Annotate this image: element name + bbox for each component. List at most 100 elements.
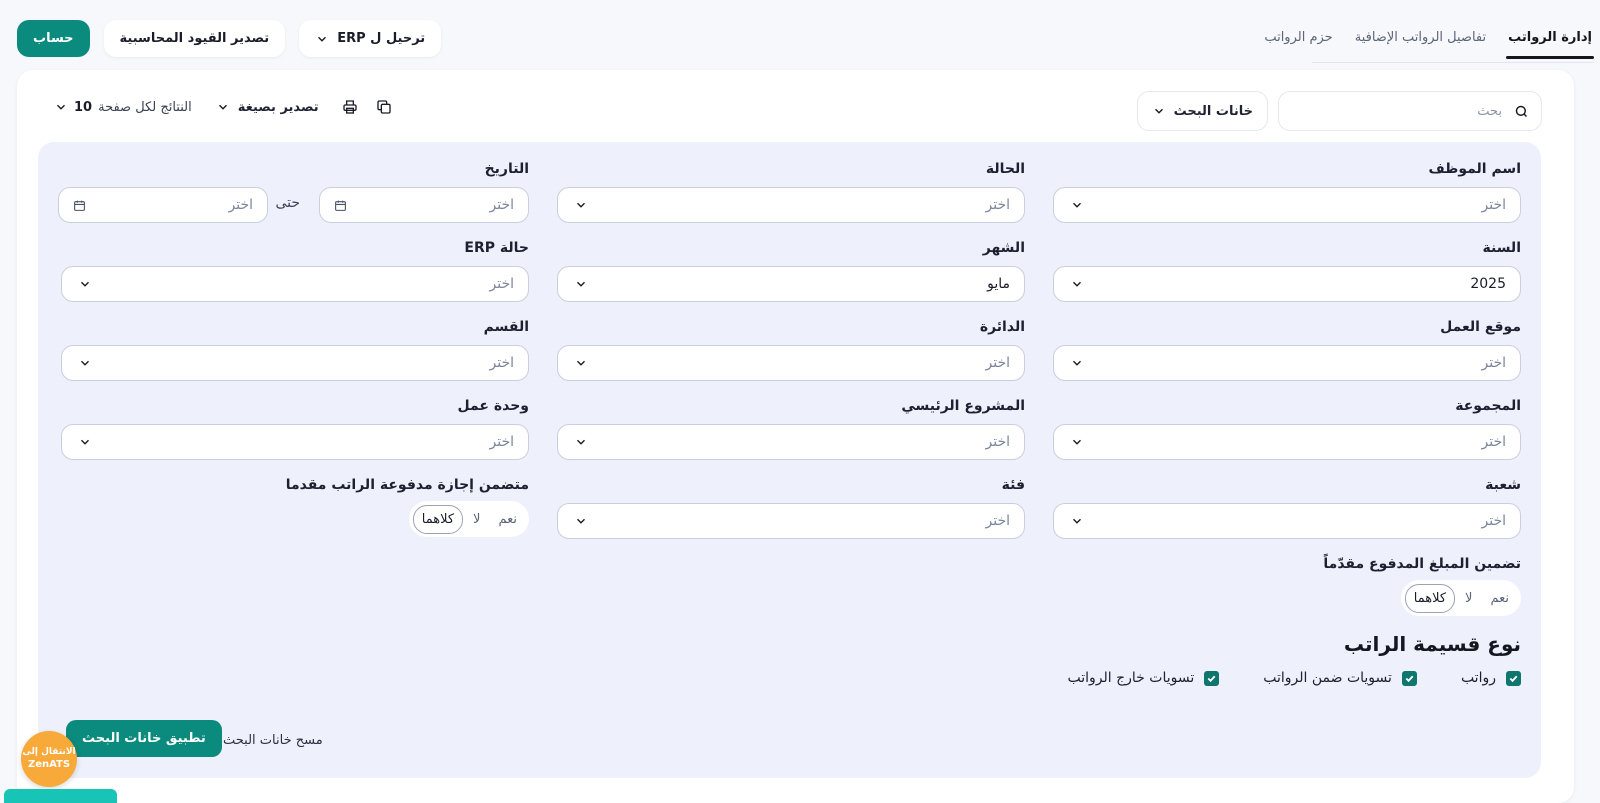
prepaid-leave-yes[interactable]: نعم xyxy=(490,506,525,533)
prepaid-amount-toggle: نعم لا كلاهما xyxy=(1400,580,1521,616)
branch-label: شعبة xyxy=(1485,477,1521,493)
chevron-down-icon xyxy=(1154,108,1163,114)
erp-status-select[interactable]: اختر xyxy=(61,266,529,302)
chevron-down-icon xyxy=(577,281,585,287)
export-format-select[interactable]: تصدير بصيغة xyxy=(216,100,319,115)
tabs-divider xyxy=(1312,62,1594,63)
slip-type-salaries[interactable]: رواتب xyxy=(1461,670,1521,686)
slip-type-in-payroll-label: تسويات ضمن الرواتب xyxy=(1263,670,1392,686)
year-value: 2025 xyxy=(1470,276,1506,292)
checkbox-checked-icon[interactable] xyxy=(1506,670,1521,686)
date-to-value: اختر xyxy=(228,197,254,213)
checkbox-checked-icon[interactable] xyxy=(1401,670,1417,686)
search-input[interactable] xyxy=(1291,103,1514,119)
date-from-picker[interactable]: اختر xyxy=(319,187,529,223)
branch-select[interactable]: اختر xyxy=(1053,503,1521,539)
export-entries-button[interactable]: تصدير القيود المحاسبية xyxy=(103,20,286,57)
work-unit-select[interactable]: اختر xyxy=(61,424,529,460)
employee-name-value: اختر xyxy=(1481,197,1507,213)
tab-extra-salary-details[interactable]: تفاصيل الرواتب الإضافية xyxy=(1353,18,1488,59)
zenats-shortcut-badge[interactable]: الانتقال إلى ZenATS xyxy=(21,731,77,787)
employee-name-select[interactable]: اختر xyxy=(1053,187,1521,223)
chevron-down-icon xyxy=(577,202,585,208)
tab-payroll-management[interactable]: إدارة الرواتب xyxy=(1506,18,1594,59)
date-from-value: اختر xyxy=(489,197,515,213)
group-value: اختر xyxy=(1481,434,1507,450)
chevron-down-icon xyxy=(1073,518,1081,524)
main-card: خانات البحث 10 النتائج لكل صفحة تصدير بص… xyxy=(17,70,1574,803)
status-value: اختر xyxy=(985,197,1011,213)
prepaid-amount-no[interactable]: لا xyxy=(1457,585,1480,612)
main-project-label: المشروع الرئيسي xyxy=(901,398,1025,414)
section-value: اختر xyxy=(489,355,515,371)
apply-search-fields-button[interactable]: تطبيق خانات البحث xyxy=(66,720,222,757)
copy-icon[interactable] xyxy=(375,98,393,116)
chevron-down-icon xyxy=(577,518,585,524)
month-select[interactable]: مايو xyxy=(557,266,1025,302)
per-page-select[interactable]: 10 النتائج لكل صفحة xyxy=(54,100,192,115)
employee-name-label: اسم الموظف xyxy=(1428,161,1522,177)
chevron-down-icon xyxy=(218,104,227,110)
clear-search-fields-button[interactable]: مسح خانات البحث xyxy=(223,733,323,748)
account-button[interactable]: حساب xyxy=(17,20,90,57)
chevron-down-icon xyxy=(577,360,585,366)
work-location-select[interactable]: اختر xyxy=(1053,345,1521,381)
department-value: اختر xyxy=(985,355,1011,371)
chevron-down-icon xyxy=(318,36,327,42)
slip-type-options: رواتب تسويات ضمن الرواتب تسويات خارج الر… xyxy=(1067,670,1521,686)
prepaid-leave-no[interactable]: لا xyxy=(465,506,488,533)
prepaid-amount-yes[interactable]: نعم xyxy=(1482,585,1517,612)
prepaid-leave-both[interactable]: كلاهما xyxy=(412,504,464,534)
prepaid-leave-toggle: نعم لا كلاهما xyxy=(408,501,529,537)
chevron-down-icon xyxy=(81,360,89,366)
chevron-down-icon xyxy=(81,439,89,445)
slip-type-title: نوع قسيمة الراتب xyxy=(1343,632,1521,656)
export-format-label: تصدير بصيغة xyxy=(237,99,319,115)
tab-salary-packages[interactable]: حزم الرواتب xyxy=(1262,18,1334,59)
date-label: التاريخ xyxy=(484,161,529,177)
year-select[interactable]: 2025 xyxy=(1053,266,1521,302)
chevron-down-icon xyxy=(1073,360,1081,366)
status-select[interactable]: اختر xyxy=(557,187,1025,223)
erp-status-value: اختر xyxy=(489,276,515,292)
work-unit-value: اختر xyxy=(489,434,515,450)
slip-type-in-payroll-settlements[interactable]: تسويات ضمن الرواتب xyxy=(1263,670,1417,686)
prepaid-amount-both[interactable]: كلاهما xyxy=(1404,583,1456,613)
table-tools: 10 النتائج لكل صفحة تصدير بصيغة xyxy=(54,98,393,116)
section-select[interactable]: اختر xyxy=(61,345,529,381)
chevron-down-icon xyxy=(1073,281,1081,287)
search-box xyxy=(1278,91,1542,131)
main-project-select[interactable]: اختر xyxy=(557,424,1025,460)
post-erp-button[interactable]: ترحيل ل ERP xyxy=(299,20,442,57)
search-fields-button[interactable]: خانات البحث xyxy=(1136,91,1268,131)
work-location-value: اختر xyxy=(1481,355,1507,371)
checkbox-checked-icon[interactable] xyxy=(1204,670,1220,686)
calendar-icon xyxy=(74,200,85,211)
prepaid-leave-label: متضمن إجازة مدفوعة الراتب مقدما xyxy=(285,477,529,493)
chevron-down-icon xyxy=(1073,439,1081,445)
branch-value: اختر xyxy=(1481,513,1507,529)
month-label: الشهر xyxy=(982,240,1025,256)
slip-type-off-payroll-settlements[interactable]: تسويات خارج الرواتب xyxy=(1067,670,1220,686)
chevron-down-icon xyxy=(57,104,65,110)
prepaid-amount-label: تضمين المبلغ المدفوع مقدّماً xyxy=(1323,556,1521,572)
filters-panel: اسم الموظف اختر الحالة اختر التاريخ اختر… xyxy=(38,142,1541,778)
work-location-label: موقع العمل xyxy=(1440,319,1521,335)
chevron-down-icon xyxy=(1073,202,1081,208)
year-label: السنة xyxy=(1482,240,1521,256)
status-label: الحالة xyxy=(985,161,1025,177)
section-label: القسم xyxy=(483,319,529,335)
erp-status-label: حالة ERP xyxy=(464,240,529,256)
slip-type-off-payroll-label: تسويات خارج الرواتب xyxy=(1067,670,1195,686)
group-select[interactable]: اختر xyxy=(1053,424,1521,460)
print-icon[interactable] xyxy=(341,98,359,116)
department-select[interactable]: اختر xyxy=(557,345,1025,381)
search-fields-label: خانات البحث xyxy=(1173,103,1253,119)
group-label: المجموعة xyxy=(1455,398,1521,414)
department-label: الدائرة xyxy=(979,319,1025,335)
bottom-help-chip[interactable] xyxy=(4,789,117,803)
tabs: إدارة الرواتب تفاصيل الرواتب الإضافية حز… xyxy=(1262,18,1594,59)
category-select[interactable]: اختر xyxy=(557,503,1025,539)
date-to-picker[interactable]: اختر xyxy=(58,187,268,223)
chevron-down-icon xyxy=(577,439,585,445)
